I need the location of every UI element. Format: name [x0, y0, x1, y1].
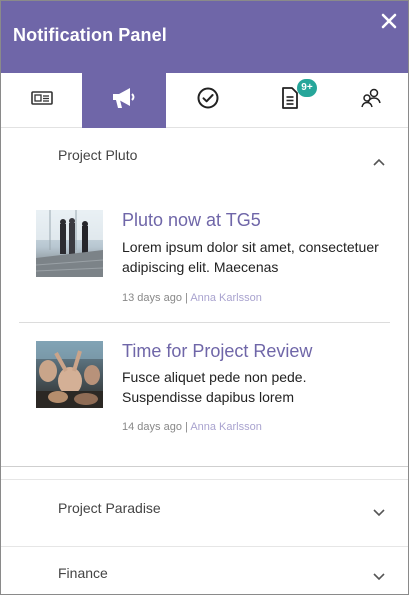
news-item-meta: 13 days ago | Anna Karlsson	[122, 292, 262, 304]
close-icon[interactable]	[379, 11, 399, 31]
tab-documents[interactable]: 9+	[249, 73, 331, 128]
section-label: Project Pluto	[58, 147, 138, 163]
section-header-finance[interactable]: Finance	[1, 547, 408, 594]
notification-panel: Notification Panel 9+ Project Pluto Plut…	[0, 0, 409, 595]
section-label: Finance	[58, 565, 108, 581]
tab-announcements[interactable]	[82, 73, 166, 128]
chevron-up-icon	[372, 155, 386, 169]
tab-bar: 9+	[1, 73, 408, 128]
news-item-title[interactable]: Time for Project Review	[122, 341, 312, 362]
news-item-age: 14 days ago	[122, 421, 182, 433]
news-item-author[interactable]: Anna Karlsson	[190, 292, 262, 304]
news-item-title[interactable]: Pluto now at TG5	[122, 210, 261, 231]
news-thumbnail-image	[36, 210, 103, 277]
news-thumbnail-image	[36, 341, 103, 408]
news-item-age: 13 days ago	[122, 292, 182, 304]
megaphone-icon	[110, 85, 138, 116]
news-item-meta: 14 days ago | Anna Karlsson	[122, 421, 262, 433]
news-item-author[interactable]: Anna Karlsson	[190, 421, 262, 433]
section-header-project-pluto[interactable]: Project Pluto	[1, 129, 408, 179]
item-divider	[19, 322, 390, 323]
panel-header: Notification Panel	[1, 1, 408, 73]
chevron-down-icon	[372, 569, 386, 583]
news-item-body: Lorem ipsum dolor sit amet, consectetuer…	[122, 239, 379, 275]
tab-news[interactable]	[1, 73, 83, 128]
users-icon	[359, 86, 383, 115]
section-divider	[1, 466, 408, 467]
section-label: Project Paradise	[58, 500, 161, 516]
section-header-project-paradise[interactable]: Project Paradise	[1, 480, 408, 546]
tab-tasks[interactable]	[167, 73, 249, 128]
tab-people[interactable]	[330, 73, 408, 128]
meta-separator: |	[185, 421, 188, 433]
news-icon	[30, 88, 54, 113]
check-circle-icon	[196, 86, 220, 115]
document-count-badge: 9+	[297, 79, 317, 97]
panel-title: Notification Panel	[13, 25, 167, 45]
meta-separator: |	[185, 292, 188, 304]
chevron-down-icon	[372, 505, 386, 519]
news-item-body: Fusce aliquet pede non pede. Suspendisse…	[122, 369, 307, 405]
